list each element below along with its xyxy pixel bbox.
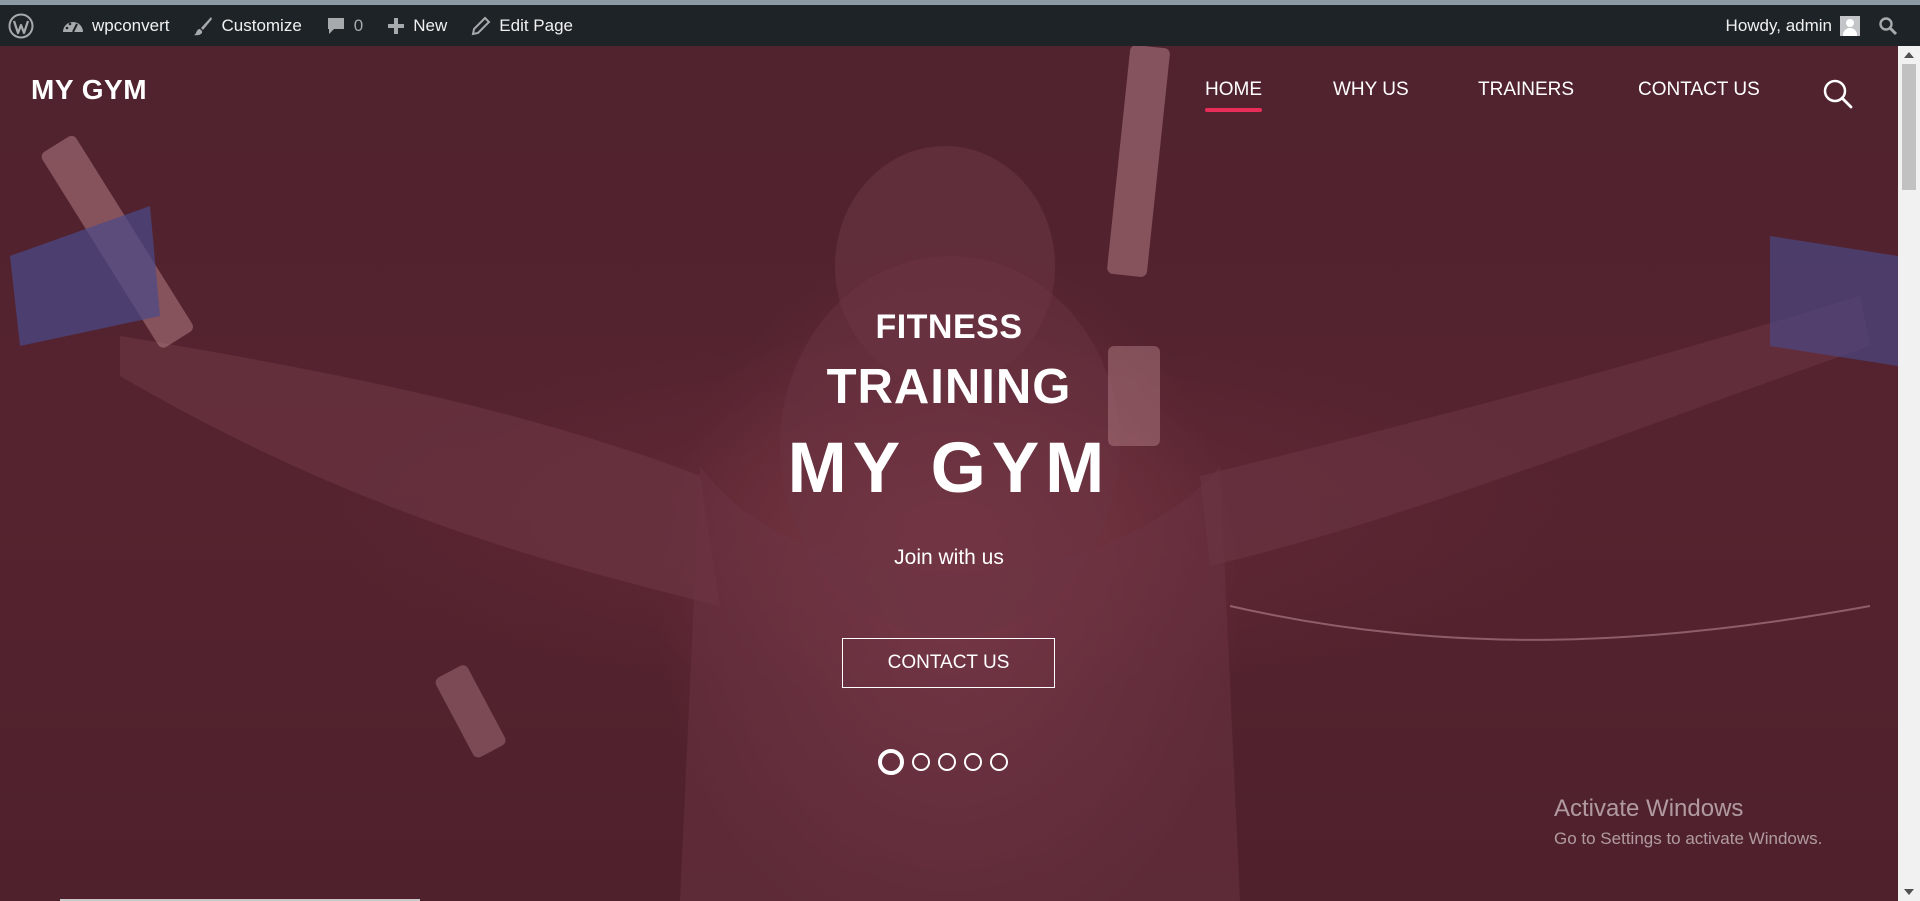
pencil-icon xyxy=(472,16,491,35)
page-scrollbar[interactable] xyxy=(1898,46,1920,901)
slider-pagination xyxy=(878,749,1008,775)
new-content-menu[interactable]: New xyxy=(375,5,459,46)
watermark-title: Activate Windows xyxy=(1554,795,1744,822)
search-icon xyxy=(1879,16,1898,35)
comments-link[interactable]: 0 xyxy=(314,5,375,46)
customize-label: Customize xyxy=(221,15,302,35)
nav-item-trainers[interactable]: TRAINERS xyxy=(1478,79,1574,101)
nav-item-why-us[interactable]: WHY US xyxy=(1333,79,1409,101)
nav-item-contact-us[interactable]: CONTACT US xyxy=(1638,79,1760,101)
comment-bubble-icon xyxy=(327,17,344,34)
hero-line-training: TRAINING xyxy=(826,360,1072,414)
site-name-label: wpconvert xyxy=(92,15,170,35)
edit-page-link[interactable]: Edit Page xyxy=(459,5,585,46)
wp-admin-bar: wpconvert Customize 0 New Edit Page Howd… xyxy=(0,5,1920,46)
site-name-menu[interactable]: wpconvert xyxy=(50,5,181,46)
header-search-button[interactable] xyxy=(1822,78,1854,110)
scroll-down-arrow[interactable] xyxy=(1904,889,1914,895)
avatar xyxy=(1840,15,1860,36)
comments-count: 0 xyxy=(353,15,364,35)
my-account-menu[interactable]: Howdy, admin xyxy=(1714,5,1872,46)
greeting-label: Howdy, admin xyxy=(1725,15,1832,35)
scroll-thumb[interactable] xyxy=(1902,64,1916,190)
hero-tagline: Join with us xyxy=(894,546,1004,569)
hero-heading: MY GYM xyxy=(787,429,1111,508)
slider-dot[interactable] xyxy=(878,749,904,775)
plus-icon xyxy=(388,17,405,34)
slider-dot[interactable] xyxy=(964,753,982,771)
slider-dot[interactable] xyxy=(912,753,930,771)
hero-slider: MY GYM HOME WHY US TRAINERS CONTACT US F… xyxy=(0,46,1898,901)
new-label: New xyxy=(413,15,448,35)
customize-link[interactable]: Customize xyxy=(181,5,313,46)
slider-dot[interactable] xyxy=(990,753,1008,771)
wordpress-logo-icon xyxy=(8,13,34,38)
edit-page-label: Edit Page xyxy=(499,15,574,35)
windows-activation-watermark: Activate Windows Go to Settings to activ… xyxy=(1554,795,1822,849)
wp-logo-menu[interactable] xyxy=(0,5,50,46)
scroll-up-arrow[interactable] xyxy=(1904,52,1914,58)
contact-us-button[interactable]: CONTACT US xyxy=(842,638,1055,688)
dashboard-icon xyxy=(63,21,83,32)
watermark-subtitle: Go to Settings to activate Windows. xyxy=(1554,829,1823,848)
main-nav: HOME WHY US TRAINERS CONTACT US xyxy=(0,79,1898,112)
admin-search[interactable] xyxy=(1872,5,1920,46)
nav-item-home[interactable]: HOME xyxy=(1205,79,1262,112)
search-icon xyxy=(1823,79,1853,109)
paintbrush-icon xyxy=(194,16,213,35)
slider-dot[interactable] xyxy=(938,753,956,771)
hero-line-fitness: FITNESS xyxy=(875,308,1023,346)
